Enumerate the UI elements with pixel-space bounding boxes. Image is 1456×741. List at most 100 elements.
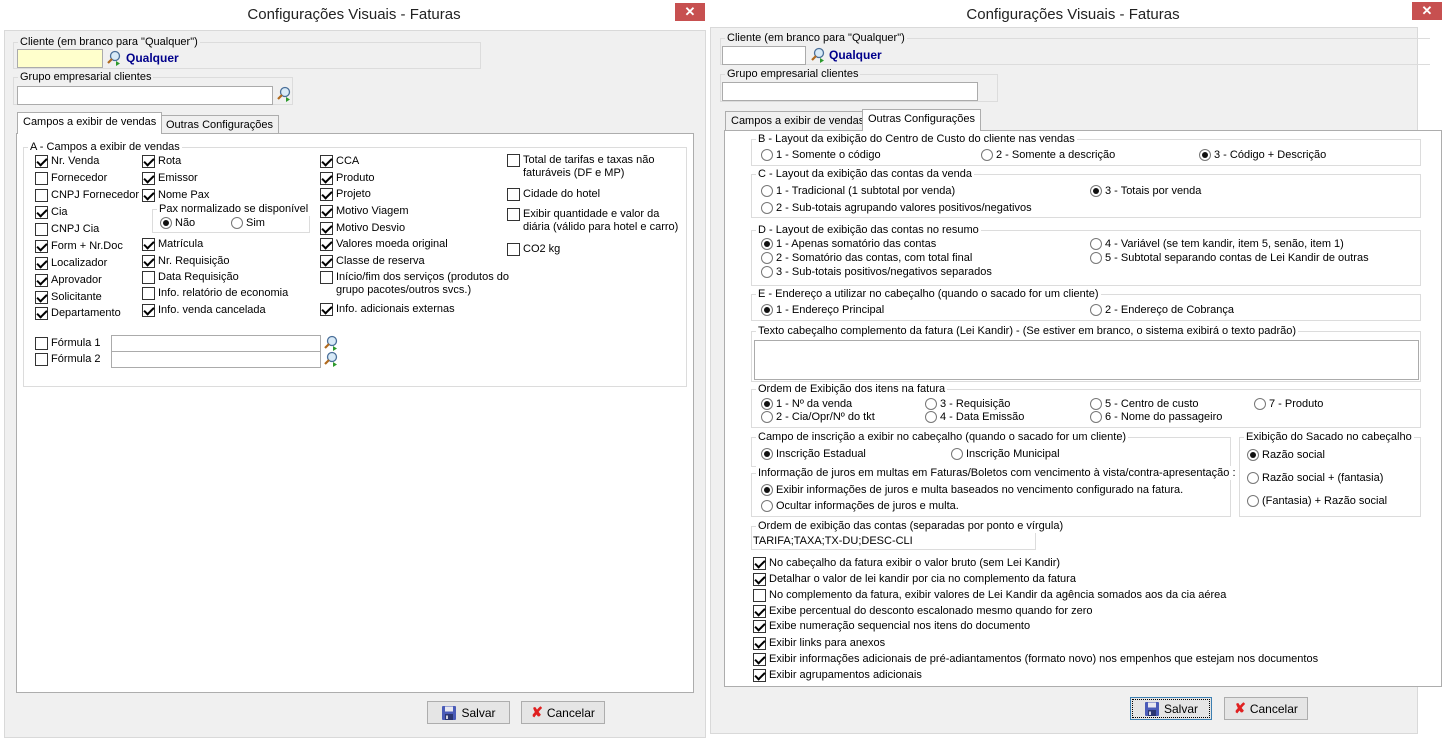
ordem-radio[interactable]: 3 - Requisição [925,398,1010,411]
radio-control[interactable] [761,185,773,197]
group-c-radio[interactable]: 1 - Tradicional (1 subtotal por venda) [761,185,955,198]
checkbox-control[interactable] [320,238,333,251]
save-button[interactable]: Salvar [427,701,510,724]
checkbox-control[interactable] [753,573,766,586]
checkbox-control[interactable] [753,637,766,650]
checkbox-control[interactable] [320,188,333,201]
checkbox-control[interactable] [507,188,520,201]
radio-control[interactable] [1199,149,1211,161]
formula-2-input[interactable] [111,351,321,368]
tab-campos-exibir[interactable]: Campos a exibir de vendas [17,112,163,134]
juros-radio[interactable]: Ocultar informações de juros e multa. [761,500,959,513]
cancel-button[interactable]: ✘ Cancelar [1224,697,1308,720]
ordem-contas-input[interactable] [752,533,1032,549]
checkbox-control[interactable] [35,257,48,270]
sacado-radio[interactable]: (Fantasia) + Razão social [1247,495,1387,508]
checkbox-control[interactable] [507,243,520,256]
group-a-checkbox[interactable]: Matrícula [142,238,203,251]
group-a-checkbox[interactable]: Produto [320,172,375,185]
group-a-checkbox[interactable]: Nr. Requisição [142,255,230,268]
formula-1-lookup-icon[interactable] [323,335,339,351]
group-d-radio[interactable]: 5 - Subtotal separando contas de Lei Kan… [1090,252,1369,265]
radio-control[interactable] [925,411,937,423]
radio-control[interactable] [1090,185,1102,197]
radio-control[interactable] [761,266,773,278]
radio-control[interactable] [981,149,993,161]
group-a-checkbox[interactable]: Data Requisição [142,271,239,284]
checkbox-control[interactable] [142,238,155,251]
group-c-radio[interactable]: 2 - Sub-totais agrupando valores positiv… [761,202,1032,215]
group-a-checkbox[interactable]: Nr. Venda [35,155,99,168]
group-a-checkbox[interactable]: Localizador [35,257,107,270]
group-a-checkbox[interactable]: Emissor [142,172,198,185]
option-checkbox[interactable]: No cabeçalho da fatura exibir o valor br… [753,557,1060,570]
grupo-lookup-icon[interactable] [276,86,292,102]
option-checkbox[interactable]: Exibe numeração sequencial nos itens do … [753,620,1030,633]
checkbox-control[interactable] [35,155,48,168]
checkbox-control[interactable] [753,557,766,570]
group-a-checkbox[interactable]: Fornecedor [35,172,107,185]
radio-control[interactable] [761,500,773,512]
cliente-lookup-icon[interactable] [810,47,826,63]
ordem-radio[interactable]: 5 - Centro de custo [1090,398,1199,411]
checkbox-control[interactable] [142,271,155,284]
radio-control[interactable] [1247,472,1259,484]
cliente-lookup-icon[interactable] [106,50,122,66]
group-b-radio[interactable]: 3 - Código + Descrição [1199,149,1326,162]
inscricao-radio[interactable]: Inscrição Estadual [761,448,866,461]
group-a-checkbox[interactable]: CO2 kg [507,243,560,256]
group-a-checkbox[interactable]: Nome Pax [142,189,209,202]
checkbox-control[interactable] [753,589,766,602]
texto-cabecalho-textarea[interactable] [754,340,1419,380]
group-a-checkbox[interactable]: Cia [35,206,68,219]
radio-control[interactable] [925,398,937,410]
group-a-checkbox[interactable]: Início/fim dos serviços (produtos do gru… [320,271,510,297]
group-a-checkbox[interactable]: Total de tarifas e taxas não faturáveis … [507,154,682,180]
pax-radio-nao[interactable]: Não [160,217,195,230]
radio-control[interactable] [761,304,773,316]
group-a-checkbox[interactable]: CNPJ Fornecedor [35,189,139,202]
radio-control[interactable] [1090,411,1102,423]
radio-control[interactable] [1090,238,1102,250]
radio-control[interactable] [231,217,243,229]
radio-control[interactable] [1090,304,1102,316]
checkbox-control[interactable] [320,271,333,284]
group-d-radio[interactable]: 2 - Somatório das contas, com total fina… [761,252,972,265]
checkbox-control[interactable] [142,287,155,300]
checkbox-control[interactable] [35,274,48,287]
group-d-radio[interactable]: 3 - Sub-totais positivos/negativos separ… [761,266,992,279]
cancel-button[interactable]: ✘ Cancelar [521,701,605,724]
checkbox-control[interactable] [507,208,520,221]
sacado-radio[interactable]: Razão social + (fantasia) [1247,472,1383,485]
group-a-checkbox[interactable]: Motivo Desvio [320,222,405,235]
checkbox-control[interactable] [35,337,48,350]
group-a-checkbox[interactable]: CNPJ Cia [35,223,99,236]
checkbox-control[interactable] [320,172,333,185]
group-a-checkbox[interactable]: Departamento [35,307,121,320]
group-a-checkbox[interactable]: Valores moeda original [320,238,448,251]
cliente-input[interactable] [722,46,806,65]
checkbox-control[interactable] [35,307,48,320]
juros-radio[interactable]: Exibir informações de juros e multa base… [761,484,1183,497]
radio-control[interactable] [1247,495,1259,507]
radio-control[interactable] [1254,398,1266,410]
checkbox-control[interactable] [507,154,520,167]
checkbox-control[interactable] [142,172,155,185]
checkbox-control[interactable] [320,303,333,316]
radio-control[interactable] [1090,398,1102,410]
group-a-checkbox[interactable]: Motivo Viagem [320,205,409,218]
grupo-input[interactable] [722,82,978,101]
ordem-radio[interactable]: 6 - Nome do passageiro [1090,411,1222,424]
group-a-checkbox[interactable]: Aprovador [35,274,102,287]
option-checkbox[interactable]: Exibe percentual do desconto escalonado … [753,605,1093,618]
checkbox-control[interactable] [35,240,48,253]
checkbox-control[interactable] [753,653,766,666]
checkbox-control[interactable] [35,172,48,185]
close-button[interactable]: ✕ [675,3,705,21]
group-a-checkbox[interactable]: Info. adicionais externas [320,303,455,316]
ordem-radio[interactable]: 1 - Nº da venda [761,398,852,411]
group-e-radio[interactable]: 2 - Endereço de Cobrança [1090,304,1234,317]
formula-1-checkbox[interactable]: Fórmula 1 [35,337,101,350]
close-button[interactable]: ✕ [1412,2,1442,20]
checkbox-control[interactable] [35,353,48,366]
